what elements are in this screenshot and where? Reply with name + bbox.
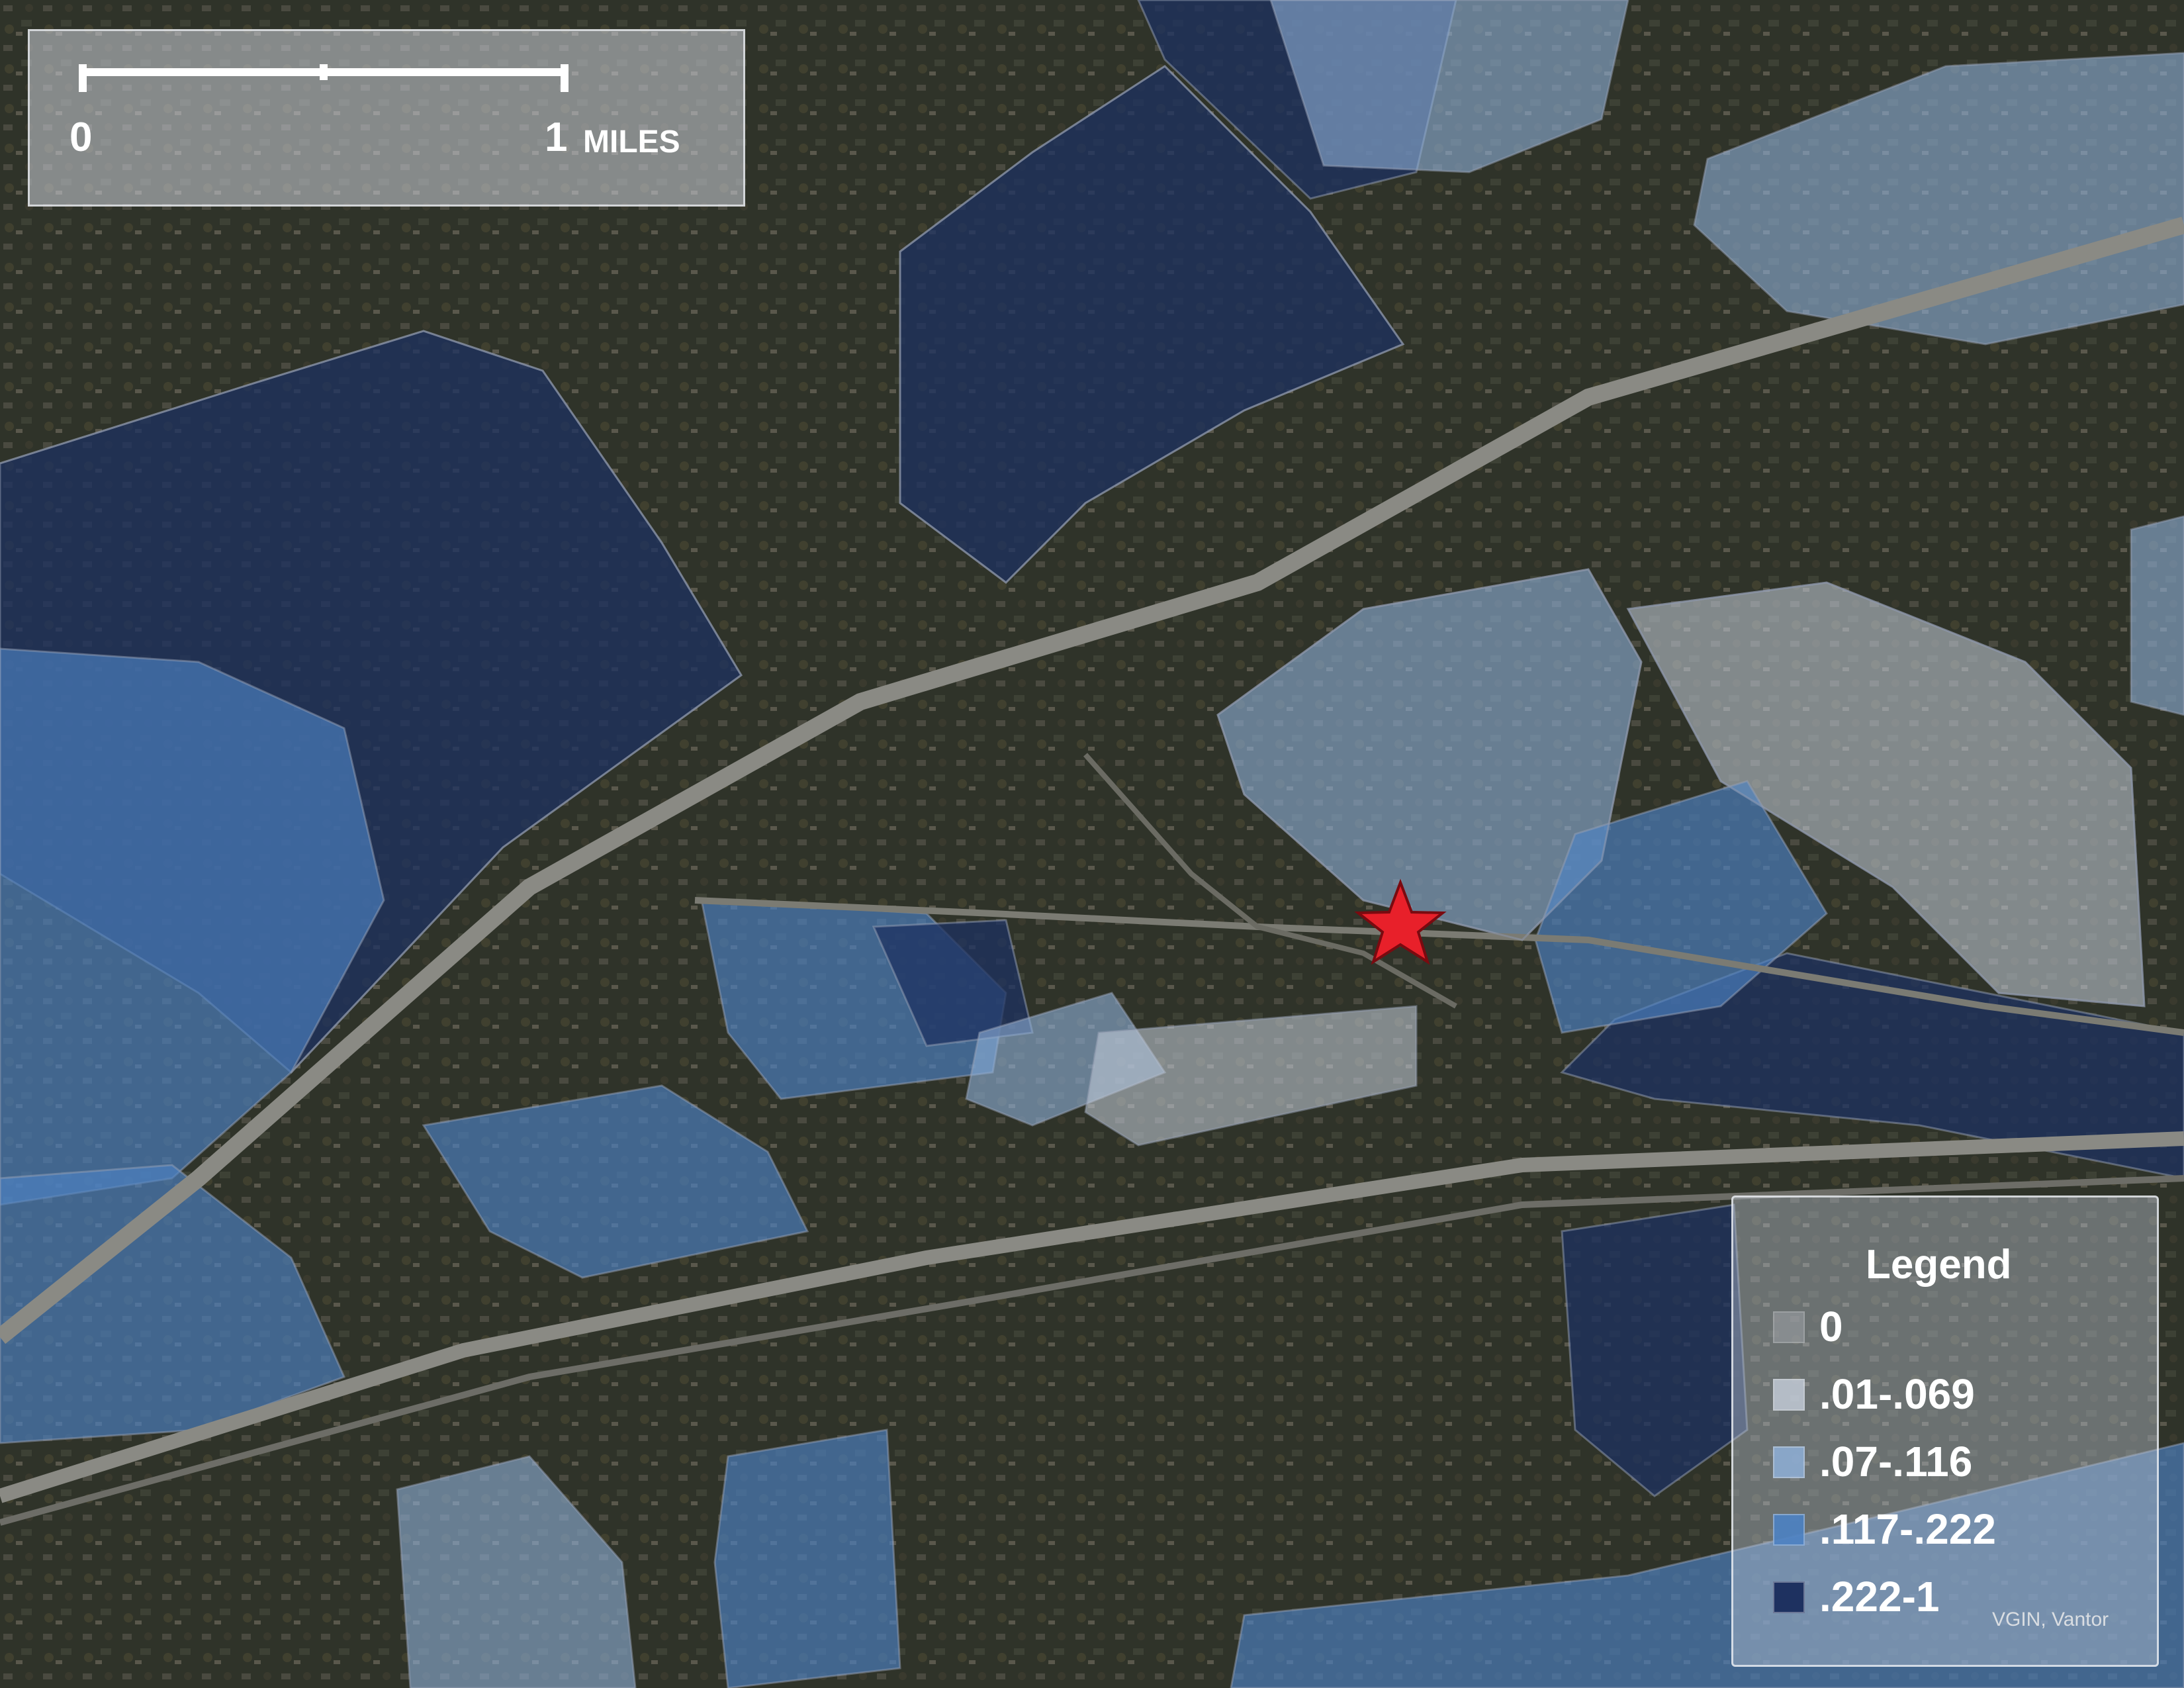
legend-swatch-0 bbox=[1773, 1311, 1805, 1343]
legend-label-1: .01-.069 bbox=[1819, 1370, 1975, 1418]
legend-swatch-2 bbox=[1773, 1446, 1805, 1478]
legend-label-2: .07-.116 bbox=[1819, 1438, 1973, 1485]
scale-label-end: 1 bbox=[545, 115, 568, 160]
tract-south-mid bbox=[713, 1429, 901, 1688]
legend-swatch-1 bbox=[1773, 1379, 1805, 1411]
legend-label-4: .222-1 bbox=[1819, 1573, 1940, 1620]
scale-tick-start bbox=[79, 64, 87, 92]
legend-swatch-3 bbox=[1773, 1514, 1805, 1546]
tract-east-right-light bbox=[2130, 515, 2184, 716]
imagery-credit: VGIN, Vantor bbox=[1992, 1609, 2109, 1630]
scale-tick-mid bbox=[320, 64, 328, 80]
legend-swatch-4 bbox=[1773, 1581, 1805, 1613]
legend-title: Legend bbox=[1866, 1242, 2012, 1288]
legend-panel: Legend 0 .01-.069 .07-.116 .117-.222 .22… bbox=[1731, 1196, 2159, 1667]
scale-tick-end bbox=[561, 64, 569, 92]
legend-label-0: 0 bbox=[1819, 1303, 1843, 1350]
map-view[interactable]: 0 1 MILES Legend 0 .01-.069 .07-.116 .11… bbox=[0, 0, 2184, 1688]
scale-label-start: 0 bbox=[69, 115, 93, 160]
legend-label-3: .117-.222 bbox=[1819, 1505, 1996, 1553]
scale-unit-label: MILES bbox=[583, 124, 680, 160]
scale-bar-panel: 0 1 MILES bbox=[28, 29, 745, 207]
